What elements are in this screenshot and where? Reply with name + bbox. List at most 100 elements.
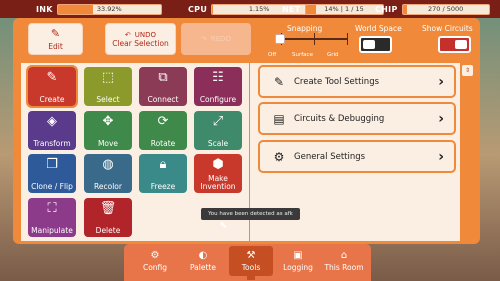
- tool-label: Make Invention: [200, 174, 236, 191]
- tab-label: Logging: [283, 263, 313, 272]
- snap-option-grid: Grid: [327, 52, 339, 58]
- tool-label: Create: [39, 95, 65, 104]
- tool-label: Manipulate: [31, 226, 73, 235]
- pencil-icon: ✎: [273, 74, 285, 89]
- rotate-icon: ⟳: [157, 114, 169, 129]
- chevron-up-down-icon: ⇕: [464, 67, 471, 74]
- redo-button[interactable]: ↷ REDO: [181, 23, 251, 55]
- active-tab-indicator: [247, 276, 255, 280]
- tool-manipulate[interactable]: ⛶ Manipulate: [28, 198, 76, 237]
- tool-transform[interactable]: ◈ Transform: [28, 111, 76, 150]
- world-space-label: World Space: [355, 24, 402, 33]
- tool-connect[interactable]: ⧉ Connect: [139, 67, 187, 106]
- tool-label: Select: [96, 95, 120, 104]
- tool-clone-flip[interactable]: ❐ Clone / Flip: [28, 154, 76, 193]
- stats-bar: INK 33.92% CPU 1.15% NET 14% | 1 / 15 CH…: [0, 0, 500, 18]
- tool-delete[interactable]: 🗑︎ Delete: [84, 198, 132, 237]
- tool-freeze[interactable]: 🔒︎ Freeze: [139, 154, 187, 193]
- show-circuits-label: Show Circuits: [422, 24, 473, 33]
- chevron-right-icon: ›: [438, 110, 444, 127]
- cursor-icon: ⬉: [219, 220, 228, 231]
- tab-tools[interactable]: ⚒ Tools: [229, 246, 273, 276]
- world-space-toggle-knob: [363, 40, 375, 49]
- afk-tooltip: You have been detected as afk: [201, 208, 300, 220]
- tool-make-invention[interactable]: ⬢ Make Invention: [194, 154, 242, 193]
- chip-stat: CHIP 270 / 5000: [375, 2, 490, 16]
- ink-meter: 33.92%: [56, 3, 162, 15]
- menu-circuits-debugging[interactable]: ▤ Circuits & Debugging ›: [258, 102, 456, 135]
- net-meter: 14% | 1 / 15: [304, 3, 384, 15]
- show-circuits-toggle[interactable]: [438, 36, 471, 53]
- undo-button[interactable]: ↶ UNDO Clear Selection: [105, 23, 176, 55]
- net-stat: NET 14% | 1 / 15: [282, 2, 384, 16]
- snap-option-surface: Surface: [292, 52, 313, 58]
- tool-label: Freeze: [150, 182, 176, 191]
- clear-selection-label: Clear Selection: [112, 38, 169, 48]
- panel-toolbar: ✎ Edit ↶ UNDO Clear Selection ↷ REDO Sna…: [13, 18, 480, 60]
- move-icon: ✥: [102, 114, 114, 129]
- scale-icon: ⤢: [212, 114, 224, 129]
- menu-general-settings[interactable]: ⚙ General Settings ›: [258, 140, 456, 173]
- tool-move[interactable]: ✥ Move: [84, 111, 132, 150]
- snapping-label: Snapping: [287, 24, 323, 33]
- tool-scale[interactable]: ⤢ Scale: [194, 111, 242, 150]
- tool-label: Clone / Flip: [31, 182, 73, 191]
- snap-option-off: Off: [268, 52, 277, 58]
- tool-rotate[interactable]: ⟳ Rotate: [139, 111, 187, 150]
- tool-configure[interactable]: ☷ Configure: [194, 67, 242, 106]
- tab-config[interactable]: ⚙ Config: [133, 246, 177, 276]
- home-icon: ⌂: [340, 250, 348, 261]
- menu-item-label: Create Tool Settings: [294, 76, 380, 87]
- net-value: 14% | 1 / 15: [324, 5, 364, 13]
- menu-item-label: Circuits & Debugging: [294, 113, 385, 124]
- tools-icon: ⚒: [246, 250, 256, 261]
- pencil-icon: ✎: [50, 26, 61, 40]
- world-space-toggle[interactable]: [359, 36, 392, 53]
- undo-label: UNDO: [134, 30, 157, 39]
- tab-label: Tools: [241, 263, 261, 272]
- recolor-icon: ◍: [102, 157, 114, 172]
- tab-this-room[interactable]: ⌂ This Room: [322, 246, 366, 276]
- tool-label: Connect: [147, 95, 179, 104]
- chevron-right-icon: ›: [438, 73, 444, 90]
- logging-icon: ▣: [293, 250, 303, 261]
- sliders-icon: ☷: [212, 70, 224, 85]
- scroll-toggle-button[interactable]: ⇕: [461, 64, 474, 77]
- redo-icon: ↷: [200, 35, 207, 43]
- chevron-right-icon: ›: [438, 148, 444, 165]
- tool-label: Rotate: [150, 139, 176, 148]
- tool-label: Configure: [199, 95, 237, 104]
- cpu-label: CPU: [188, 4, 208, 14]
- redo-label: REDO: [210, 35, 232, 43]
- lock-icon: 🔒︎: [159, 157, 167, 172]
- tab-palette[interactable]: ◐ Palette: [181, 246, 225, 276]
- tool-select[interactable]: ⬚ Select: [84, 67, 132, 106]
- clone-icon: ❐: [46, 157, 58, 172]
- gear-icon: ⚙: [273, 149, 285, 164]
- transform-icon: ◈: [47, 114, 57, 129]
- connect-icon: ⧉: [158, 70, 168, 85]
- edit-button[interactable]: ✎ Edit: [28, 23, 83, 55]
- snapping-slider-handle[interactable]: [275, 34, 285, 44]
- chip-value: 270 / 5000: [427, 5, 464, 13]
- manipulate-icon: ⛶: [47, 201, 57, 216]
- tool-label: Transform: [33, 139, 71, 148]
- ink-value: 33.92%: [96, 5, 122, 13]
- net-label: NET: [282, 4, 301, 14]
- tool-create[interactable]: ✎ Create: [26, 65, 78, 108]
- ink-stat: INK 33.92%: [36, 2, 162, 16]
- select-box-icon: ⬚: [101, 70, 115, 85]
- chip-meter: 270 / 5000: [401, 3, 490, 15]
- ink-label: INK: [36, 4, 53, 14]
- tab-logging[interactable]: ▣ Logging: [276, 246, 320, 276]
- edit-button-label: Edit: [48, 41, 63, 51]
- snap-tick-surface: [314, 33, 315, 45]
- tool-label: Scale: [207, 139, 229, 148]
- menu-item-label: General Settings: [294, 151, 366, 162]
- tab-label: This Room: [324, 263, 364, 272]
- tool-recolor[interactable]: ◍ Recolor: [84, 154, 132, 193]
- undo-icon: ↶: [124, 30, 131, 39]
- invention-icon: ⬢: [212, 157, 224, 172]
- snap-tick-grid: [347, 33, 348, 45]
- menu-create-tool-settings[interactable]: ✎ Create Tool Settings ›: [258, 65, 456, 98]
